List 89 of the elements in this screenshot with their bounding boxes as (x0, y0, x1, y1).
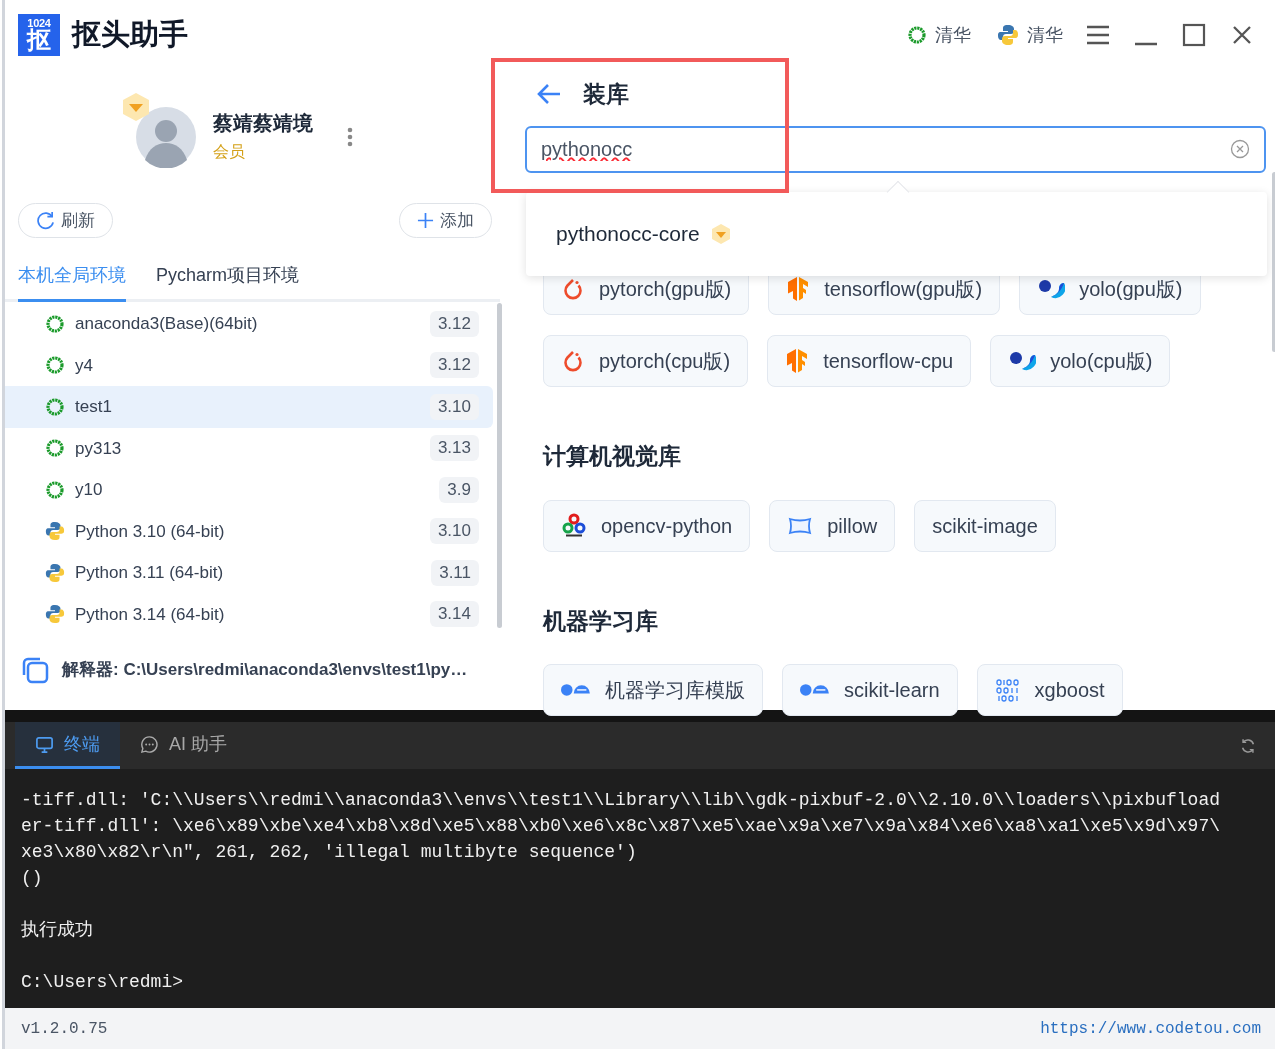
tf-shape-icon (786, 276, 811, 302)
section-heading: 机器学习库 (543, 606, 659, 636)
environment-item[interactable]: py313 3.13 (5, 427, 493, 469)
environment-name: Python 3.14 (64-bit) (75, 603, 226, 626)
environment-name: y4 (75, 354, 94, 377)
refresh-icon (36, 211, 55, 230)
clear-icon[interactable] (1230, 139, 1250, 159)
environment-item[interactable]: Python 3.11 (64-bit) 3.11 (5, 552, 493, 594)
package-chip[interactable]: xgboost (976, 664, 1123, 716)
more-icon[interactable] (347, 127, 353, 147)
binary-grid-icon (994, 677, 1021, 703)
conda-ring-icon (45, 355, 65, 376)
environment-name: Python 3.11 (64-bit) (75, 562, 225, 584)
package-chip[interactable]: scikit-learn (782, 664, 958, 716)
mirror-button[interactable]: 清华 (997, 21, 1063, 49)
version-tag: 3.12 (429, 310, 479, 337)
environment-item[interactable]: y10 3.9 (5, 469, 493, 511)
interpreter-path: 解释器: C:\Users\redmi\anaconda3\envs\test1\py… (62, 659, 468, 682)
environment-name: y10 (75, 479, 104, 501)
terminal-line: xe3\x80\x82\r\n", 261, 262, 'illegal multibyte sequence') (21, 841, 638, 864)
tf-shape-icon (785, 348, 810, 374)
package-chip[interactable]: yolo(cpu版) (990, 335, 1171, 387)
terminal-line: er-tiff.dll': \xe6\x89\xbe\xe4\xb8\x8d\xe5\x88\xb0\xe6\x8c\x87\xe5\xae\x9a\xe7\x9a\x84\xe6\xa8\xa1\xe5\x9d\x97\ (21, 815, 1221, 838)
app-title: 抠头助手 (72, 17, 188, 53)
version-tag: 3.12 (429, 352, 479, 379)
environment-item[interactable]: anaconda3(Base)(64bit) 3.12 (5, 303, 493, 345)
maximize-icon[interactable] (1181, 22, 1207, 48)
python-icon (45, 604, 65, 625)
version-tag: 3.10 (429, 518, 479, 545)
avatar (135, 106, 197, 168)
suggestion-item[interactable]: pythonocc-core (556, 218, 700, 250)
environment-item[interactable]: Python 3.10 (64-bit) 3.10 (5, 510, 493, 552)
version-tag: 3.13 (429, 435, 479, 462)
environment-name: anaconda3(Base)(64bit) (75, 313, 259, 335)
terminal-line: 执行成功 (21, 919, 94, 942)
environment-item[interactable]: test1 3.10 (5, 386, 493, 428)
conda-ring-icon (907, 25, 927, 45)
opencv-rings-icon (561, 512, 587, 539)
terminal-line: () (21, 867, 44, 890)
environment-item[interactable]: y4 3.12 (5, 344, 493, 386)
environment-name: py313 (75, 437, 123, 460)
package-chip[interactable]: pillow (769, 499, 896, 552)
flame-ring-icon (561, 349, 585, 373)
version-tag: 3.11 (431, 559, 479, 586)
conda-ring-icon (45, 396, 65, 417)
version-tag: 3.10 (429, 393, 479, 420)
package-chip[interactable]: scikit-image (914, 499, 1056, 552)
terminal-tab[interactable]: 终端 (15, 722, 120, 769)
scrollbar[interactable] (496, 303, 502, 628)
python-icon (45, 562, 65, 583)
refresh-icon[interactable] (1239, 736, 1257, 755)
mirror-button[interactable]: 清华 (907, 21, 971, 49)
flame-ring-icon (561, 277, 585, 301)
monitor-icon (35, 734, 54, 754)
chat-bubble-icon (140, 734, 159, 754)
python-icon (997, 24, 1019, 46)
package-chip[interactable]: pytorch(cpu版) (543, 335, 749, 387)
terminal-line: -tiff.dll: 'C:\\Users\\redmi\\anaconda3\\envs\\test1\\Library\\lib\\gdk-pixbuf-2.0\\2.10.0\\loaders\\pixbufload (21, 789, 1221, 812)
environment-item[interactable]: Python 3.14 (64-bit) 3.14 (5, 593, 493, 635)
plus-icon (417, 212, 434, 229)
member-label: 会员 (213, 141, 246, 162)
terminal-line: C:\Users\redmi> (21, 971, 185, 994)
python-icon (45, 521, 65, 542)
package-chip[interactable]: 机器学习库模版 (543, 664, 763, 716)
terminal-tab[interactable]: AI 助手 (120, 722, 247, 769)
page-title: 装库 (583, 79, 629, 109)
package-chip[interactable]: opencv-python (543, 499, 751, 552)
version-tag: 3.14 (429, 601, 479, 628)
section-heading: 计算机视觉库 (543, 442, 682, 471)
version-tag: 3.9 (439, 476, 479, 503)
app-logo: 1024 抠 (18, 14, 60, 56)
swirl-logo-icon (1008, 349, 1037, 373)
swirl-logo-icon (1037, 277, 1066, 301)
package-chip[interactable]: tensorflow-cpu (767, 335, 972, 387)
version-label: v1.2.0.75 (21, 1019, 108, 1040)
environment-name: Python 3.10 (64-bit) (75, 520, 226, 543)
cloud-icon (800, 683, 830, 697)
cloud-icon (561, 683, 591, 697)
copy-icon[interactable] (20, 655, 50, 685)
environment-name: test1 (75, 396, 113, 418)
website-link[interactable]: https://www.codetou.com (1040, 1017, 1261, 1041)
user-name: 蔡靖蔡靖境 (213, 110, 313, 136)
conda-ring-icon (45, 438, 65, 459)
conda-ring-icon (45, 479, 65, 500)
conda-ring-icon (45, 313, 65, 334)
environment-tab[interactable]: Pycharm项目环境 (156, 262, 299, 302)
pillow-icon (787, 515, 814, 536)
search-field[interactable]: pythonocc (525, 126, 1266, 173)
member-badge-icon (121, 92, 151, 122)
